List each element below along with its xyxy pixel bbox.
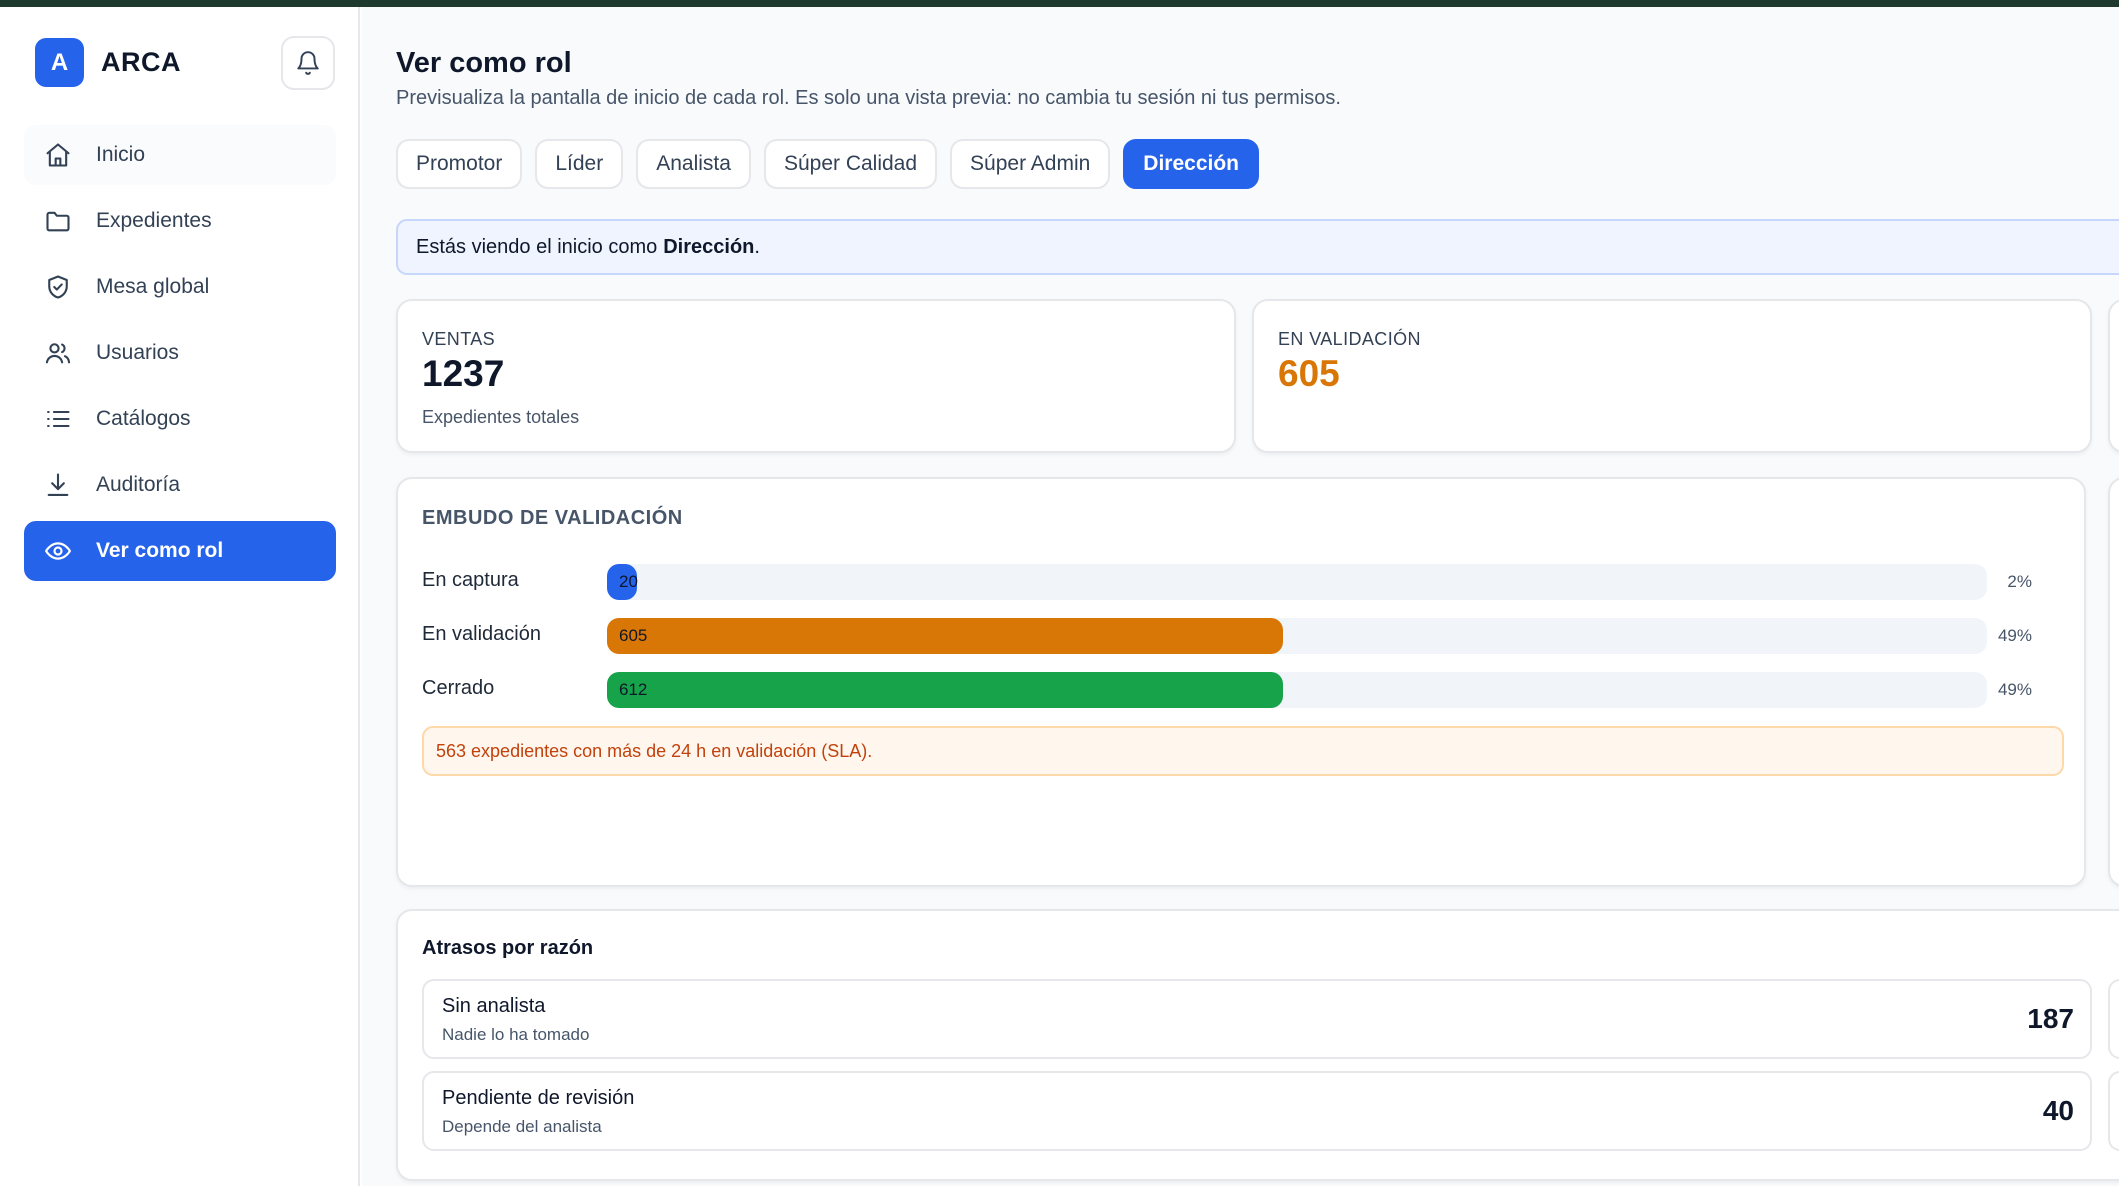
sidebar-item-label: Mesa global: [96, 275, 210, 298]
eye-icon: [42, 535, 74, 567]
shield-icon: [42, 271, 74, 303]
delays-card: Atrasos por razón Sin analista Nadie lo …: [396, 909, 2119, 1181]
sidebar-item-expedientes[interactable]: Expedientes: [24, 191, 336, 251]
tab-analista[interactable]: Analista: [636, 139, 751, 189]
users-icon: [42, 337, 74, 369]
funnel-bar-track: 612: [607, 672, 1987, 708]
role-tabs: Promotor Líder Analista Súper Calidad Sú…: [396, 139, 1272, 189]
stat-label: VENTAS: [422, 329, 496, 349]
funnel-bar-fill: [607, 618, 1283, 654]
notifications-button[interactable]: [281, 36, 335, 90]
funnel-bar-count: 20: [619, 572, 638, 591]
bell-icon: [297, 51, 319, 75]
funnel-row-en-captura: En captura 20 2%: [422, 564, 2062, 600]
tab-promotor[interactable]: Promotor: [396, 139, 523, 189]
notice-prefix: Estás viendo el inicio como: [416, 235, 658, 258]
sidebar-nav: Inicio Expedientes Mesa global Usuarios …: [24, 125, 336, 587]
stat-card-ventas: VENTAS 1237 Expedientes totales: [396, 299, 1236, 453]
delay-row-subtitle: Depende del analista: [442, 1117, 602, 1136]
funnel-row-percent: 49%: [1997, 680, 2032, 699]
delay-row-pendiente-revision[interactable]: Pendiente de revisión Depende del analis…: [422, 1071, 2092, 1151]
delay-row-title: Sin analista: [442, 995, 546, 1017]
sidebar-item-label: Auditoría: [96, 473, 181, 496]
home-icon: [42, 139, 74, 171]
page-subtitle: Previsualiza la pantalla de inicio de ca…: [396, 87, 1341, 109]
sidebar-item-ver-como-rol[interactable]: Ver como rol: [24, 521, 336, 581]
role-notice: Estás viendo el inicio como Dirección .: [396, 219, 2119, 275]
funnel-bar-track: 20: [607, 564, 1987, 600]
sidebar-item-inicio[interactable]: Inicio: [24, 125, 336, 185]
sidebar: A ARCA Inicio Expedientes Mesa global Us…: [0, 7, 360, 1186]
funnel-bar-track: 605: [607, 618, 1987, 654]
funnel-row-percent: 49%: [1997, 626, 2032, 645]
main-content: Ver como rol Previsualiza la pantalla de…: [362, 7, 2119, 1186]
delay-row-partial: [2108, 979, 2119, 1059]
tab-lider[interactable]: Líder: [535, 139, 624, 189]
list-icon: [42, 403, 74, 435]
notice-suffix: .: [754, 235, 760, 258]
funnel-row-cerrado: Cerrado 612 49%: [422, 672, 2062, 708]
sidebar-item-label: Usuarios: [96, 341, 179, 364]
side-card-partial: [2108, 477, 2119, 887]
stat-value: 605: [1278, 353, 1340, 394]
sidebar-item-label: Catálogos: [96, 407, 191, 430]
delay-row-sin-analista[interactable]: Sin analista Nadie lo ha tomado 187: [422, 979, 2092, 1059]
tab-super-admin[interactable]: Súper Admin: [950, 139, 1111, 189]
stat-label: EN VALIDACIÓN: [1278, 329, 1421, 349]
delay-row-count: 187: [2027, 1003, 2074, 1034]
funnel-bar-count: 605: [619, 626, 648, 645]
funnel-title: EMBUDO DE VALIDACIÓN: [422, 507, 683, 529]
page-title: Ver como rol: [396, 47, 572, 79]
delay-row-count: 40: [2042, 1095, 2074, 1126]
funnel-row-en-validacion: En validación 605 49%: [422, 618, 2062, 654]
brand[interactable]: A ARCA: [35, 38, 181, 87]
brand-logo: A: [35, 38, 84, 87]
sidebar-item-label: Ver como rol: [96, 539, 224, 562]
delays-title: Atrasos por razón: [422, 937, 594, 959]
funnel-bar-fill: [607, 672, 1283, 708]
funnel-row-label: Cerrado: [422, 677, 495, 699]
stat-value: 1237: [422, 353, 505, 394]
tab-super-calidad[interactable]: Súper Calidad: [763, 139, 938, 189]
top-accent-bar: [0, 0, 2119, 7]
sla-warning: 563 expedientes con más de 24 h en valid…: [422, 726, 2064, 776]
funnel-row-percent: 2%: [2007, 572, 2032, 591]
funnel-row-label: En captura: [422, 569, 519, 591]
sidebar-item-usuarios[interactable]: Usuarios: [24, 323, 336, 383]
download-icon: [42, 469, 74, 501]
sidebar-item-mesa-global[interactable]: Mesa global: [24, 257, 336, 317]
stat-card-en-validacion: EN VALIDACIÓN 605: [1252, 299, 2092, 453]
sidebar-item-label: Inicio: [96, 143, 146, 166]
tab-direccion[interactable]: Dirección: [1123, 139, 1259, 189]
notice-role: Dirección: [663, 235, 755, 258]
sidebar-item-label: Expedientes: [96, 209, 212, 232]
delay-row-title: Pendiente de revisión: [442, 1087, 635, 1109]
sidebar-item-catalogos[interactable]: Catálogos: [24, 389, 336, 449]
delay-row-subtitle: Nadie lo ha tomado: [442, 1025, 590, 1044]
sidebar-item-auditoria[interactable]: Auditoría: [24, 455, 336, 515]
brand-name: ARCA: [101, 47, 181, 77]
stat-note: Expedientes totales: [422, 407, 580, 427]
stat-card-partial: [2108, 299, 2119, 453]
funnel-row-label: En validación: [422, 623, 541, 645]
funnel-bar-count: 612: [619, 680, 648, 699]
funnel-card: EMBUDO DE VALIDACIÓN En captura 20 2% En…: [396, 477, 2086, 887]
delay-row-partial: [2108, 1071, 2119, 1151]
folder-icon: [42, 205, 74, 237]
